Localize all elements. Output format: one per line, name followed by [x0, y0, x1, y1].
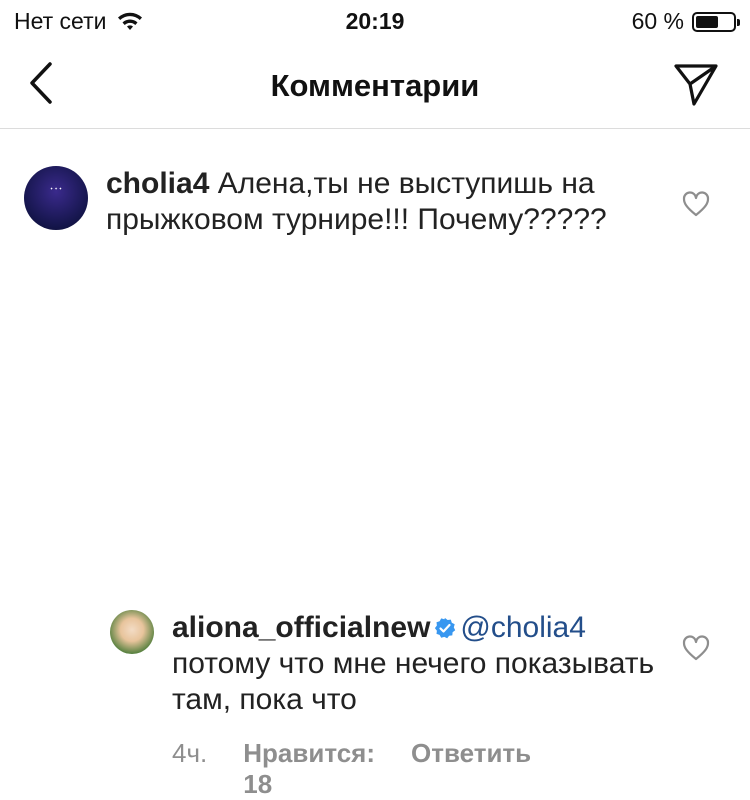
comment-username[interactable]: cholia4 — [106, 167, 209, 200]
verified-badge-icon — [435, 618, 456, 639]
heart-icon[interactable] — [682, 635, 710, 661]
avatar[interactable]: ✦ ✦ ✦ — [24, 166, 88, 230]
comment-meta: 4ч. Нравится: 18 Ответить — [172, 738, 531, 800]
battery-percent: 60 % — [631, 8, 684, 34]
battery-fill — [696, 15, 718, 28]
page-title: Комментарии — [270, 68, 480, 103]
comment-body: cholia4 Алена,ты не выступишь на прыжков… — [106, 166, 666, 238]
likes-count[interactable]: Нравится: 18 — [243, 738, 375, 800]
avatar[interactable] — [110, 610, 154, 654]
mention-link[interactable]: @cholia4 — [460, 611, 586, 644]
battery-cap — [737, 18, 740, 26]
battery-icon — [692, 11, 740, 32]
paper-plane-icon[interactable] — [672, 60, 720, 108]
reply-button[interactable]: Ответить — [411, 738, 531, 800]
status-bar: Нет сети 20:19 60 % — [0, 0, 750, 44]
comment-body: aliona_officialnew @cholia4 потому что м… — [172, 610, 692, 718]
faded-background-residue — [100, 290, 580, 550]
comment-username[interactable]: aliona_officialnew — [172, 611, 430, 644]
comment-time: 4ч. — [172, 738, 208, 768]
comment-text: потому что мне нечего показывать там, по… — [172, 647, 655, 716]
avatar-graphic-text: ✦ ✦ ✦ — [49, 186, 63, 191]
navigation-bar: Комментарии — [0, 44, 750, 129]
heart-icon[interactable] — [682, 191, 710, 217]
battery-status: 60 % — [631, 8, 740, 35]
